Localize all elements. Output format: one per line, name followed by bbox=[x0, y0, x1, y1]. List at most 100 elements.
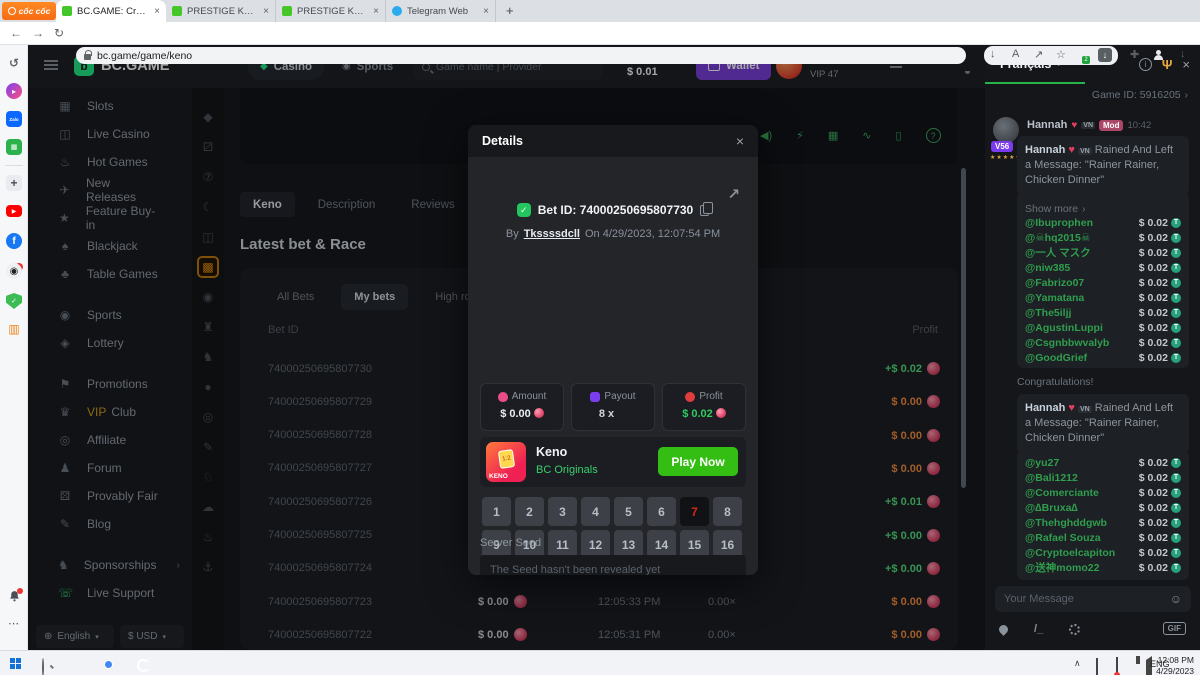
browser-tabs: BC.GAME: Crypto Casino Gan × PRESTIGE KE… bbox=[56, 0, 496, 22]
messenger-icon[interactable]: ▸ bbox=[6, 83, 22, 99]
rain-user-row[interactable]: @Csgnbbwvalyb $ 0.02T bbox=[1025, 335, 1181, 350]
game-provider[interactable]: BC Originals bbox=[536, 464, 598, 476]
rain-user-row[interactable]: @Ibuprophen $ 0.02T bbox=[1025, 215, 1181, 230]
game-name[interactable]: Keno bbox=[536, 445, 567, 459]
by-label: By bbox=[506, 228, 519, 240]
network-icon[interactable] bbox=[1096, 658, 1098, 675]
reload-icon[interactable]: ↻ bbox=[54, 26, 64, 40]
clock[interactable]: 12:08 PM 4/29/2023 bbox=[1156, 655, 1194, 675]
browser-tab[interactable]: Telegram Web × bbox=[386, 0, 496, 22]
play-now-button[interactable]: Play Now bbox=[658, 447, 738, 476]
action-center-icon[interactable] bbox=[1116, 657, 1118, 675]
rain-user-row[interactable]: @∆Bruxa∆ $ 0.02T bbox=[1025, 500, 1181, 515]
download-icon[interactable]: ↓ bbox=[1180, 48, 1186, 60]
rain-user-row[interactable]: @niw385 $ 0.02T bbox=[1025, 260, 1181, 275]
zalo-icon[interactable]: Zalo bbox=[6, 111, 22, 127]
start-button[interactable] bbox=[10, 658, 21, 669]
emoji-icon[interactable]: ☺ bbox=[1170, 592, 1182, 606]
tether-icon: T bbox=[1171, 338, 1181, 348]
tether-icon: T bbox=[1171, 488, 1181, 498]
forward-icon[interactable]: → bbox=[32, 26, 44, 40]
rain-user-row[interactable]: @Comerciante $ 0.02T bbox=[1025, 485, 1181, 500]
rain-recipients: Show more › @Ibuprophen $ 0.02T @☠hq2015… bbox=[1017, 192, 1189, 368]
save-page-icon[interactable]: ↓ bbox=[990, 48, 996, 60]
tray-chevron-icon[interactable]: ∧ bbox=[1074, 658, 1081, 669]
info-icon[interactable]: i bbox=[1139, 58, 1152, 71]
chat-author[interactable]: Hannah bbox=[1027, 119, 1067, 131]
rain-user-row[interactable]: @Rafael Souza $ 0.02T bbox=[1025, 530, 1181, 545]
add-icon[interactable]: + bbox=[6, 175, 22, 191]
token-icon bbox=[716, 408, 726, 418]
taskbar-search-icon[interactable] bbox=[42, 658, 44, 675]
gif-icon[interactable]: GIF bbox=[1163, 622, 1186, 635]
message-time: 10:42 bbox=[1127, 120, 1151, 131]
show-more[interactable]: Show more bbox=[1025, 203, 1078, 215]
bookmark-star-icon[interactable]: ☆ bbox=[1056, 48, 1066, 61]
rain-user-row[interactable]: @Yamatana $ 0.02T bbox=[1025, 290, 1181, 305]
rain-user-row[interactable]: @GoodGrief $ 0.02T bbox=[1025, 350, 1181, 365]
browser-tab[interactable]: PRESTIGE KENO - Français - E × bbox=[276, 0, 386, 22]
rain-user-row[interactable]: @一人 マスク $ 0.02T bbox=[1025, 245, 1181, 260]
keno-game-tile[interactable]: 1:2 KENO bbox=[486, 442, 526, 482]
browser-toolbar: ← → ↻ bc.game/game/keno ↓ A ↗ ☆ ×2 ↓ ✚ ↓ bbox=[0, 22, 1200, 45]
tab-close-icon[interactable]: × bbox=[373, 6, 379, 17]
chat-avatar[interactable] bbox=[993, 117, 1019, 143]
keno-number-cell: 1 bbox=[482, 497, 511, 526]
facebook-icon[interactable]: f bbox=[6, 233, 22, 249]
share-icon[interactable]: ↗ bbox=[1034, 48, 1043, 61]
tether-icon: T bbox=[1171, 353, 1181, 363]
tether-icon: T bbox=[1171, 563, 1181, 573]
chip-icon[interactable] bbox=[1069, 624, 1080, 635]
tab-close-icon[interactable]: × bbox=[154, 6, 160, 17]
bet-id: Bet ID: 74000250695807730 bbox=[538, 203, 693, 217]
chevron-right-icon[interactable]: › bbox=[1185, 90, 1188, 101]
coccoc-logo[interactable]: cốc cốc bbox=[2, 2, 56, 20]
games-icon[interactable]: ▦ bbox=[6, 139, 22, 155]
rain-user-row[interactable]: @Thehghddgwb $ 0.02T bbox=[1025, 515, 1181, 530]
history-icon[interactable]: ↻ bbox=[6, 55, 22, 71]
rain-user-row[interactable]: @Cryptoelcapiton $ 0.02T bbox=[1025, 545, 1181, 560]
browser-tab[interactable]: PRESTIGE KENO - Français - E × bbox=[166, 0, 276, 22]
trophy-icon[interactable]: Ψ bbox=[1162, 57, 1173, 72]
shield-check-icon[interactable]: ✓ bbox=[6, 293, 22, 309]
rain-user-row[interactable]: @Fabrizo07 $ 0.02T bbox=[1025, 275, 1181, 290]
copy-icon[interactable] bbox=[700, 205, 709, 216]
extensions-icon[interactable]: ✚ bbox=[1130, 48, 1139, 61]
youtube-icon[interactable]: ▶ bbox=[6, 205, 22, 217]
chat-message-input[interactable] bbox=[1004, 593, 1170, 605]
notification-bell-icon[interactable] bbox=[8, 590, 21, 608]
share-icon[interactable]: ↗ bbox=[727, 185, 740, 203]
close-icon[interactable]: × bbox=[736, 133, 744, 149]
chat-input-wrap[interactable]: ☺ bbox=[995, 586, 1191, 612]
chat-message: Hannah ♥ VN Rained And Left a Message: "… bbox=[1017, 394, 1189, 453]
tether-icon: T bbox=[1171, 548, 1181, 558]
sports-news-icon[interactable]: ◉ bbox=[6, 263, 22, 279]
tether-icon: T bbox=[1171, 263, 1181, 273]
stat-icon bbox=[590, 392, 600, 402]
rain-user-row[interactable]: @送神momo22 $ 0.02T bbox=[1025, 560, 1181, 575]
rain-user-row[interactable]: @Bali1212 $ 0.02T bbox=[1025, 470, 1181, 485]
more-icon[interactable]: ⋯ bbox=[8, 617, 19, 630]
commands-icon[interactable]: /_ bbox=[1034, 623, 1043, 635]
tab-favicon bbox=[62, 6, 72, 16]
rain-user-row[interactable]: @The5iljj $ 0.02T bbox=[1025, 305, 1181, 320]
keno-number-cell: 6 bbox=[647, 497, 676, 526]
rain-user-row[interactable]: @yu27 $ 0.02T bbox=[1025, 455, 1181, 470]
tether-icon: T bbox=[1171, 473, 1181, 483]
shop-icon[interactable]: ▥ bbox=[6, 321, 22, 337]
translate-icon[interactable]: A bbox=[1012, 48, 1019, 60]
bet-username[interactable]: Tkssssdcll bbox=[524, 228, 580, 240]
tab-close-icon[interactable]: × bbox=[263, 6, 269, 17]
rain-user-row[interactable]: @☠hq2015☠ $ 0.02T bbox=[1025, 230, 1181, 245]
rain-icon[interactable] bbox=[997, 623, 1010, 636]
tab-close-icon[interactable]: × bbox=[483, 6, 489, 17]
url-bar[interactable]: bc.game/game/keno bbox=[76, 47, 966, 64]
back-icon[interactable]: ← bbox=[10, 26, 22, 40]
server-seed-label: Server Seed bbox=[480, 537, 541, 549]
new-tab-icon[interactable]: + bbox=[506, 3, 514, 18]
rain-user-row[interactable]: @AgustinLuppi $ 0.02T bbox=[1025, 320, 1181, 335]
browser-tab[interactable]: BC.GAME: Crypto Casino Gan × bbox=[56, 0, 166, 22]
download-box-icon[interactable]: ↓ bbox=[1098, 48, 1112, 62]
keno-number-cell: 4 bbox=[581, 497, 610, 526]
tether-icon: T bbox=[1171, 278, 1181, 288]
